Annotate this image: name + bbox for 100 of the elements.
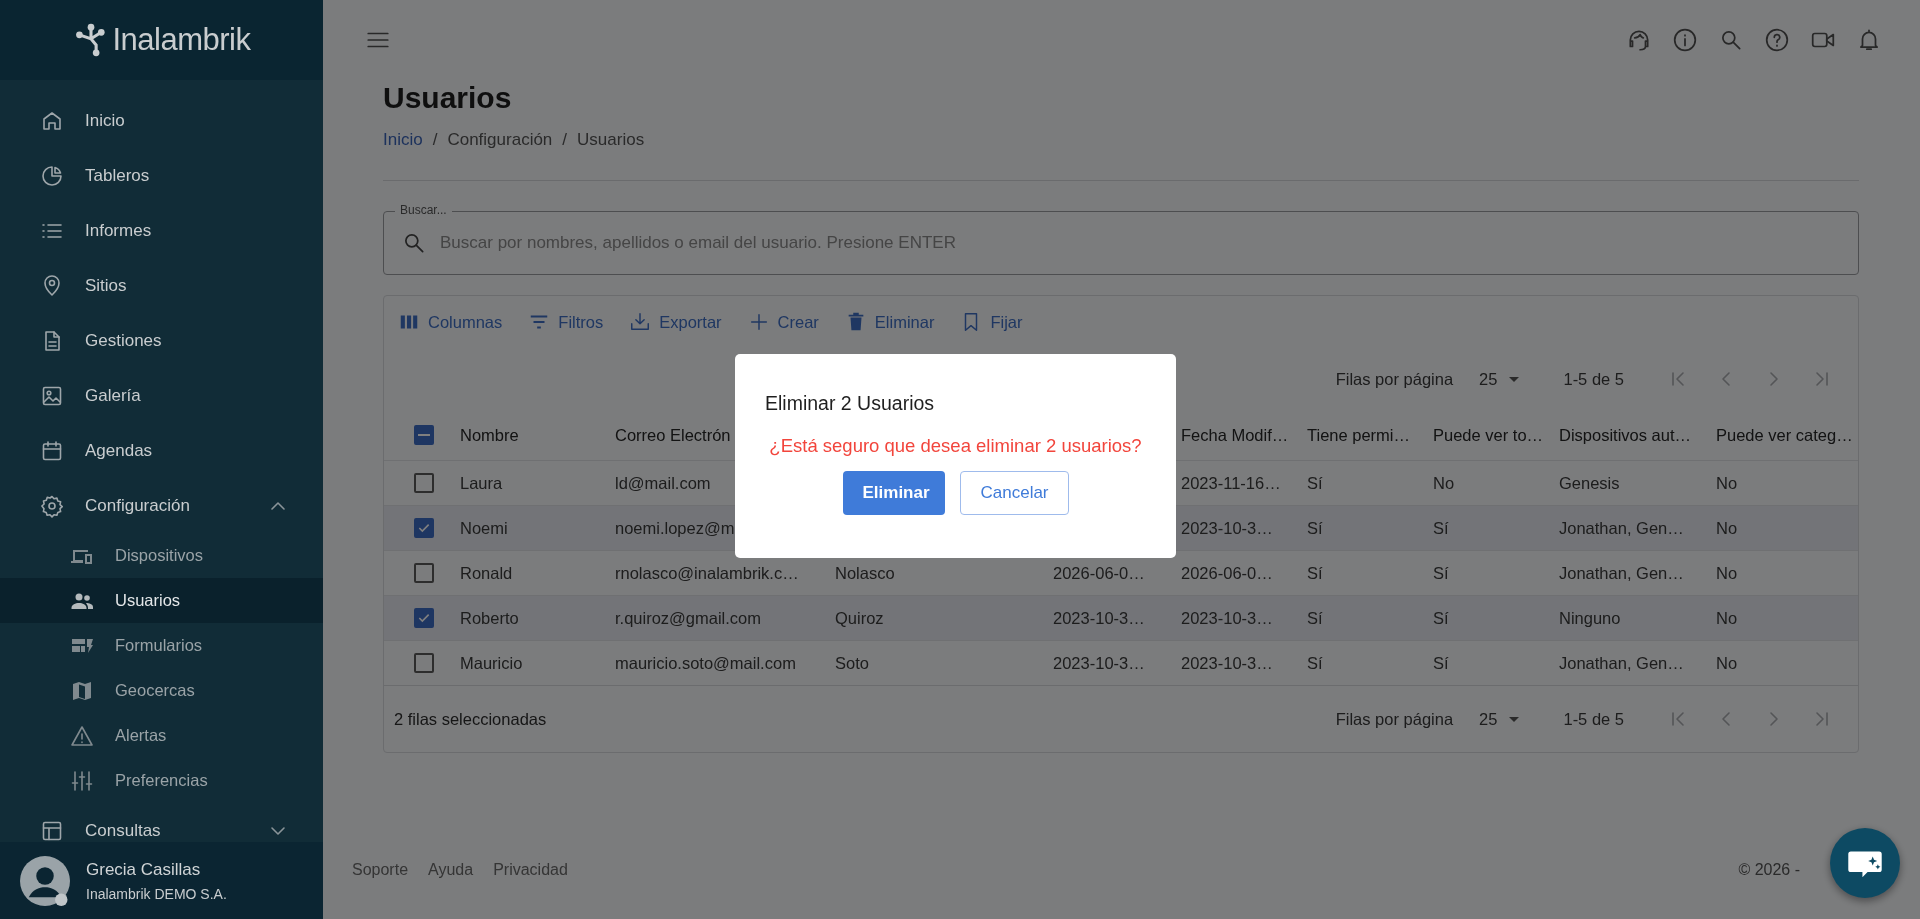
page-range: 1-5 de 5 <box>1563 369 1624 389</box>
toolbar-button[interactable]: Exportar <box>623 307 728 337</box>
table-cell: Sí <box>1307 473 1323 493</box>
table-cell: Sí <box>1433 518 1449 538</box>
toolbar-button[interactable]: Eliminar <box>838 307 941 337</box>
sliders-icon <box>70 768 94 793</box>
table-cell: 2023-10-3… <box>1053 608 1145 628</box>
table-cell: 2023-11-16… <box>1181 473 1281 493</box>
table-cell: Jonathan, Gen… <box>1559 563 1684 583</box>
table-cell: 2023-10-3… <box>1181 608 1273 628</box>
info-icon[interactable] <box>1672 27 1698 53</box>
nav-item[interactable]: Informes <box>0 203 323 258</box>
nav-item[interactable]: Consultas <box>0 803 323 842</box>
selected-count: 2 filas seleccionadas <box>394 709 547 729</box>
nav-subitem[interactable]: Usuarios <box>0 578 323 623</box>
table-cell: No <box>1433 473 1455 493</box>
nav-subitem[interactable]: Dispositivos <box>0 533 323 578</box>
table-cell: 2026-06-0… <box>1053 563 1145 583</box>
column-header[interactable]: Nombre <box>460 425 519 445</box>
breadcrumb-separator: / <box>432 130 438 150</box>
chevron-up-icon <box>271 501 285 510</box>
person-silhouette-icon <box>20 854 70 907</box>
column-header[interactable]: Dispositivos aut… <box>1559 425 1692 445</box>
confirm-button[interactable]: Eliminar <box>842 471 945 515</box>
table-cell: Roberto <box>460 608 519 628</box>
calendar-icon <box>40 438 64 463</box>
column-header[interactable]: Fecha Modif… <box>1181 425 1289 445</box>
copyright: © 2026 - <box>1738 861 1800 879</box>
help-icon[interactable] <box>1764 27 1790 53</box>
rows-per-page-select[interactable]: 25 <box>1473 368 1526 390</box>
column-header[interactable]: Correo Electrón <box>615 425 731 445</box>
table-cell: mauricio.soto@mail.com <box>615 653 796 673</box>
nav-item[interactable]: Configuración <box>0 478 323 533</box>
table-cell: Sí <box>1433 608 1449 628</box>
nav-item[interactable]: Galería <box>0 368 323 423</box>
table-cell: 2023-10-3… <box>1053 653 1145 673</box>
table-cell: Ninguno <box>1559 608 1621 628</box>
table-cell: Sí <box>1433 563 1449 583</box>
dialog-message: ¿Está seguro que desea eliminar 2 usuarios? <box>769 435 1142 457</box>
table-cell: Genesis <box>1559 473 1620 493</box>
row-checkbox[interactable] <box>414 653 434 673</box>
rows-per-page-label: Filas por página <box>1335 709 1454 729</box>
nav-item[interactable]: Sitios <box>0 258 323 313</box>
breadcrumb-item: Usuarios <box>577 130 645 150</box>
table-cell: Sí <box>1307 563 1323 583</box>
table-cell: No <box>1716 473 1738 493</box>
row-checkbox[interactable] <box>414 473 434 493</box>
nav-subitem[interactable]: Alertas <box>0 713 323 758</box>
nav-item[interactable]: Inicio <box>0 93 323 148</box>
table-cell: No <box>1716 518 1738 538</box>
toolbar-button[interactable]: Fijar <box>954 307 1029 337</box>
table-cell: Soto <box>835 653 869 673</box>
breadcrumb-separator: / <box>562 130 568 150</box>
gear-icon <box>40 493 64 518</box>
column-header[interactable]: Puede ver to… <box>1433 425 1544 445</box>
chat-button[interactable] <box>1830 828 1900 898</box>
table-cell: Sí <box>1307 518 1323 538</box>
cancel-button[interactable]: Cancelar <box>959 471 1069 515</box>
table-cell: Sí <box>1433 653 1449 673</box>
toolbar-button[interactable]: Columnas <box>392 307 509 337</box>
nav-subitem[interactable]: Formularios <box>0 623 323 668</box>
user-name: Grecia Casillas <box>86 859 202 880</box>
footer-link[interactable]: Ayuda <box>428 861 474 879</box>
nav-subitem[interactable]: Geocercas <box>0 668 323 713</box>
dropdown-arrow-icon <box>1509 376 1520 382</box>
dialog-title: Eliminar 2 Usuarios <box>765 392 935 415</box>
table-cell: 2023-10-3… <box>1181 518 1273 538</box>
footer-link[interactable]: Privacidad <box>493 861 568 879</box>
toolbar-button[interactable]: Filtros <box>522 307 610 337</box>
select-all-checkbox[interactable] <box>414 425 434 445</box>
minus-icon <box>418 433 430 437</box>
table-cell: Jonathan, Gen… <box>1559 653 1684 673</box>
row-checkbox[interactable] <box>414 563 434 583</box>
rows-per-page-label: Filas por página <box>1335 369 1454 389</box>
table-cell: Mauricio <box>460 653 523 673</box>
table-cell: Jonathan, Gen… <box>1559 518 1684 538</box>
warning-icon <box>70 723 94 748</box>
page-range: 1-5 de 5 <box>1563 709 1624 729</box>
breadcrumb-link[interactable]: Inicio <box>383 130 423 150</box>
table-cell: rnolasco@inalambrik.c… <box>615 563 799 583</box>
pie-chart-icon <box>40 163 64 188</box>
table-cell: Noemi <box>460 518 508 538</box>
row-checkbox[interactable] <box>414 518 434 538</box>
chevron-down-icon <box>271 826 285 835</box>
column-header[interactable]: Tiene permi… <box>1307 425 1410 445</box>
user-organization: Inalambrik DEMO S.A. <box>86 885 227 902</box>
nav-item[interactable]: Agendas <box>0 423 323 478</box>
table-cell: Nolasco <box>835 563 895 583</box>
row-checkbox[interactable] <box>414 608 434 628</box>
rows-per-page-select[interactable]: 25 <box>1473 708 1526 730</box>
footer-link[interactable]: Soporte <box>352 861 409 879</box>
logo: Inalambrik <box>72 22 251 58</box>
nav-subitem[interactable]: Preferencias <box>0 758 323 803</box>
table-cell: Laura <box>460 473 503 493</box>
table-cell: Quiroz <box>835 608 884 628</box>
table-cell: 2026-06-0… <box>1181 563 1273 583</box>
nav-item[interactable]: Gestiones <box>0 313 323 368</box>
toolbar-button[interactable]: Crear <box>741 307 825 337</box>
column-header[interactable]: Puede ver categ… <box>1716 425 1853 445</box>
nav-item[interactable]: Tableros <box>0 148 323 203</box>
